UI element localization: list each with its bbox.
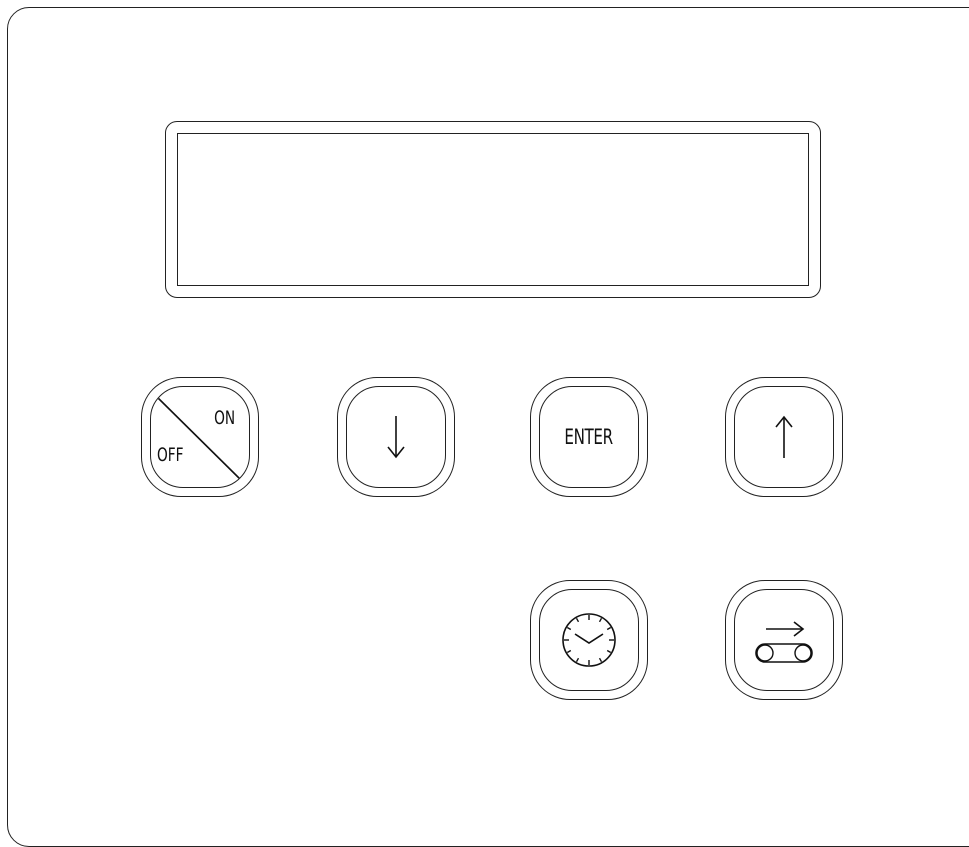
up-button-face	[734, 386, 834, 488]
enter-button-face: ENTER	[539, 386, 639, 488]
arrow-up-icon	[775, 415, 793, 458]
power-button[interactable]: ON OFF	[141, 377, 259, 497]
timer-button-face	[539, 589, 639, 691]
down-button-face	[346, 386, 446, 488]
enter-button[interactable]: ENTER	[530, 377, 648, 497]
on-label: ON	[213, 407, 235, 429]
conveyor-icon	[755, 621, 813, 663]
timer-button[interactable]	[530, 580, 648, 700]
arrow-down-icon	[387, 416, 405, 459]
up-button[interactable]	[725, 377, 843, 497]
conveyor-button[interactable]	[725, 580, 843, 700]
clock-icon	[562, 613, 616, 667]
power-button-face: ON OFF	[150, 386, 250, 488]
conveyor-button-face	[734, 589, 834, 691]
lcd-screen	[177, 133, 809, 286]
down-button[interactable]	[337, 377, 455, 497]
lcd-display	[165, 121, 821, 298]
power-toggle-icon	[154, 394, 243, 482]
enter-label: ENTER	[564, 424, 614, 449]
off-label: OFF	[157, 444, 184, 466]
